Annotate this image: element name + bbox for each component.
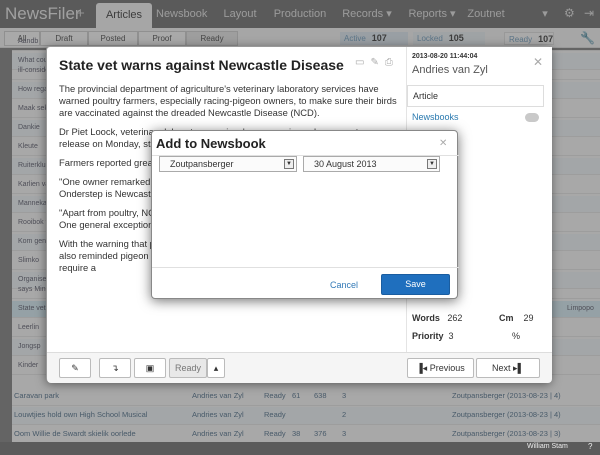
print-icon[interactable]: ⎙ (385, 57, 399, 68)
chevron-down-icon: ▼ (427, 159, 437, 169)
next-button[interactable]: Next ▸▌ (476, 358, 540, 378)
top-nav: NewsFiler + Articles Newsbook Layout Pro… (0, 0, 600, 28)
newsbooks-count-badge (525, 113, 539, 122)
table-cell-a: 61 (292, 391, 301, 400)
save-button[interactable]: Save (381, 274, 450, 295)
table-cell-status: Ready (264, 391, 286, 400)
date-select[interactable]: 30 August 2013 ▼ (303, 156, 440, 172)
article-author: Andries van Zyl (412, 64, 488, 76)
table-cell-b: 376 (314, 429, 327, 438)
add-icon[interactable]: + (76, 5, 85, 22)
priority: Priority 3 (412, 331, 454, 341)
table-cell-title: Louwtjies hold own High School Musical (14, 410, 148, 419)
table-cell-c: 3 (342, 429, 347, 438)
article-toolbar: ▭✎⎙ (355, 57, 399, 68)
edit-button[interactable]: ✎ (59, 358, 91, 378)
nav-tab-production[interactable]: Production (272, 0, 328, 28)
help-icon[interactable]: ? (588, 442, 592, 451)
nav-tab-reports[interactable]: Reports ▾ (405, 0, 459, 28)
table-cell-a: 38 (292, 429, 301, 438)
percent-field: % (512, 331, 521, 341)
article-type: Article (407, 85, 544, 107)
status-bar: William Stam ? (0, 442, 600, 455)
table-cell-b: 638 (314, 391, 327, 400)
table-cell-author: Andries van Zyl (192, 429, 244, 438)
newsbook-select[interactable]: Zoutpansberger ▼ (159, 156, 297, 172)
table-row[interactable]: Louwtjies hold own High School Musical An… (12, 407, 600, 425)
table-cell-status: Ready (264, 429, 286, 438)
article-title: State vet warns against Newcastle Diseas… (59, 57, 344, 73)
table-cell-author: Andries van Zyl (192, 410, 244, 419)
table-cell-book: Zoutpansberger (2013-08-23 | 3) (452, 429, 561, 438)
nav-tab-layout[interactable]: Layout (220, 0, 260, 28)
newsbooks-link[interactable]: Newsbooks (407, 107, 544, 129)
table-cell-title: Oom Willie de Swardt skielik oorlede (14, 429, 136, 438)
copy-icon[interactable]: ▭ (355, 57, 370, 68)
nav-dropdown-toggle[interactable]: ▾ (538, 0, 552, 28)
dialog-close-icon[interactable]: ✕ (439, 138, 447, 149)
status-button[interactable]: Ready (169, 358, 207, 378)
word-count: Words 262 (412, 313, 463, 323)
article-date: 2013-08-20 11:44:04 (412, 53, 478, 60)
settings-icon[interactable]: ⚙ (564, 6, 575, 20)
move-button[interactable]: ↴ (99, 358, 131, 378)
table-cell-c: 2 (342, 410, 347, 419)
nav-tab-records[interactable]: Records ▾ (340, 0, 394, 28)
table-cell-book: Zoutpansberger (2013-08-23 | 4) (452, 391, 561, 400)
dialog-title: Add to Newsbook (156, 136, 266, 151)
cm-count: Cm 29 (499, 313, 534, 323)
table-cell-author: Andries van Zyl (192, 391, 244, 400)
chevron-down-icon: ▼ (284, 159, 294, 169)
cancel-button[interactable]: Cancel (330, 280, 358, 290)
add-to-newsbook-dialog: Add to Newsbook ✕ Zoutpansberger ▼ 30 Aug… (151, 130, 459, 299)
nav-tab-newsbook[interactable]: Newsbook (156, 0, 207, 28)
app-logo: NewsFiler (5, 4, 81, 23)
article-paragraph: The provincial department of agriculture… (59, 83, 397, 118)
article-footer: ✎ ↴ ▣ Ready ▴ ▐◂ Previous Next ▸▌ (47, 352, 552, 383)
table-cell-c: 3 (342, 391, 347, 400)
previous-button[interactable]: ▐◂ Previous (407, 358, 474, 378)
close-icon[interactable]: ✕ (533, 55, 543, 69)
list-row-region: Limpopo (567, 305, 594, 312)
newsbook-button[interactable]: ▣ (134, 358, 166, 378)
logout-icon[interactable]: ⇥ (584, 6, 594, 20)
nav-tab-zoutnet[interactable]: Zoutnet (464, 0, 508, 28)
table-cell-title: Caravan park (14, 391, 60, 400)
table-cell-status: Ready (264, 410, 286, 419)
edit-icon[interactable]: ✎ (370, 57, 384, 68)
status-caret-button[interactable]: ▴ (207, 358, 225, 378)
table-row[interactable]: Caravan park Andries van Zyl Ready 61 638 3 Zo… (12, 388, 600, 406)
table-cell-book: Zoutpansberger (2013-08-23 | 4) (452, 410, 561, 419)
nav-tab-articles[interactable]: Articles (96, 3, 152, 28)
current-user: William Stam (527, 443, 568, 450)
